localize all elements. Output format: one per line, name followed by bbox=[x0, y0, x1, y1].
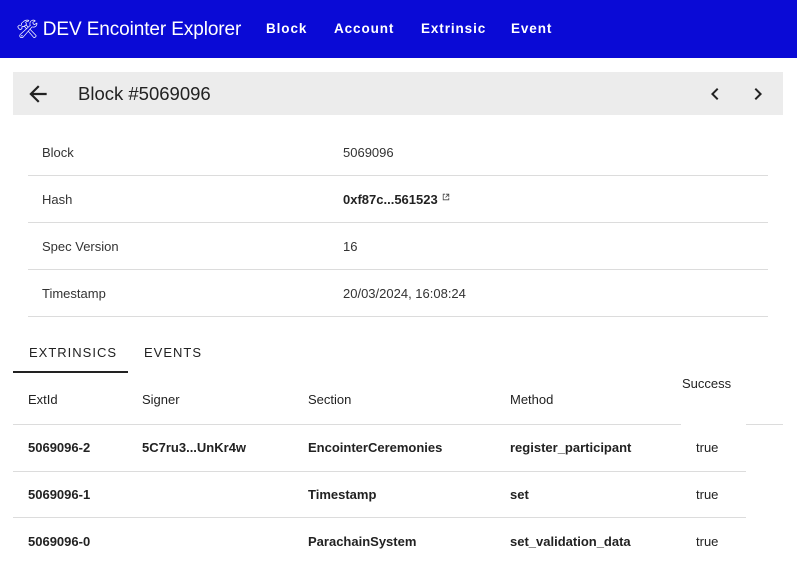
method-cell: set bbox=[510, 487, 529, 502]
section-cell: EncointerCeremonies bbox=[308, 440, 443, 455]
detail-label: Block bbox=[42, 145, 74, 160]
back-button[interactable] bbox=[25, 81, 51, 107]
extid-link[interactable]: 5069096-2 bbox=[28, 440, 90, 455]
detail-label: Spec Version bbox=[42, 239, 119, 254]
nav-event[interactable]: Event bbox=[511, 21, 552, 37]
detail-value: 16 bbox=[343, 239, 358, 254]
app-bar: 🛠 DEV Encointer Explorer Block Account Ex… bbox=[0, 0, 797, 58]
method-cell: set_validation_data bbox=[510, 534, 631, 549]
column-header-success: Success bbox=[682, 376, 732, 391]
column-header-section: Section bbox=[308, 392, 352, 407]
detail-label: Hash bbox=[42, 192, 73, 207]
chevron-right-icon bbox=[754, 88, 762, 100]
column-header-method: Method bbox=[510, 392, 554, 407]
detail-row-timestamp: Timestamp 20/03/2024, 16:08:24 bbox=[28, 270, 768, 317]
active-tab-indicator bbox=[13, 371, 128, 373]
nav-block[interactable]: Block bbox=[266, 21, 307, 37]
tab-events[interactable]: EVENTS bbox=[144, 345, 202, 361]
row-divider bbox=[13, 471, 746, 472]
previous-block-button[interactable] bbox=[703, 81, 727, 107]
extid-link[interactable]: 5069096-1 bbox=[28, 487, 90, 502]
tools-icon: 🛠 bbox=[16, 19, 39, 39]
section-cell: ParachainSystem bbox=[308, 534, 417, 549]
signer-link[interactable]: 5C7ru3...UnKr4w bbox=[142, 440, 246, 455]
detail-row-spec-version: Spec Version 16 bbox=[28, 223, 768, 270]
success-cell: true bbox=[696, 487, 719, 502]
column-header-extid: ExtId bbox=[28, 392, 58, 407]
hash-link[interactable]: 0xf87c...561523 bbox=[343, 192, 450, 207]
extid-link[interactable]: 5069096-0 bbox=[28, 534, 90, 549]
column-header-signer: Signer bbox=[142, 392, 180, 407]
block-header: Block #5069096 bbox=[13, 72, 783, 115]
external-link-icon bbox=[442, 193, 449, 201]
method-cell: register_participant bbox=[510, 440, 632, 455]
arrow-left-icon bbox=[29, 85, 47, 103]
section-cell: Timestamp bbox=[308, 487, 377, 502]
detail-value: 5069096 bbox=[343, 145, 394, 160]
table-header-divider bbox=[13, 424, 783, 425]
detail-label: Timestamp bbox=[42, 286, 106, 301]
brand-title: DEV Encointer Explorer bbox=[42, 19, 242, 40]
nav-extrinsic[interactable]: Extrinsic bbox=[421, 21, 486, 37]
row-divider bbox=[13, 517, 746, 518]
detail-row-hash: Hash 0xf87c...561523 bbox=[28, 176, 768, 223]
success-cell: true bbox=[696, 440, 719, 455]
next-block-button[interactable] bbox=[746, 81, 770, 107]
tab-extrinsics[interactable]: EXTRINSICS bbox=[29, 345, 117, 361]
hash-value: 0xf87c...561523 bbox=[343, 192, 438, 207]
detail-row-block: Block 5069096 bbox=[28, 129, 768, 176]
detail-value: 20/03/2024, 16:08:24 bbox=[343, 286, 466, 301]
chevron-left-icon bbox=[711, 88, 719, 100]
brand[interactable]: 🛠 DEV Encointer Explorer bbox=[16, 17, 241, 42]
nav-account[interactable]: Account bbox=[334, 21, 394, 37]
success-cell: true bbox=[696, 534, 719, 549]
page-title: Block #5069096 bbox=[78, 83, 211, 104]
